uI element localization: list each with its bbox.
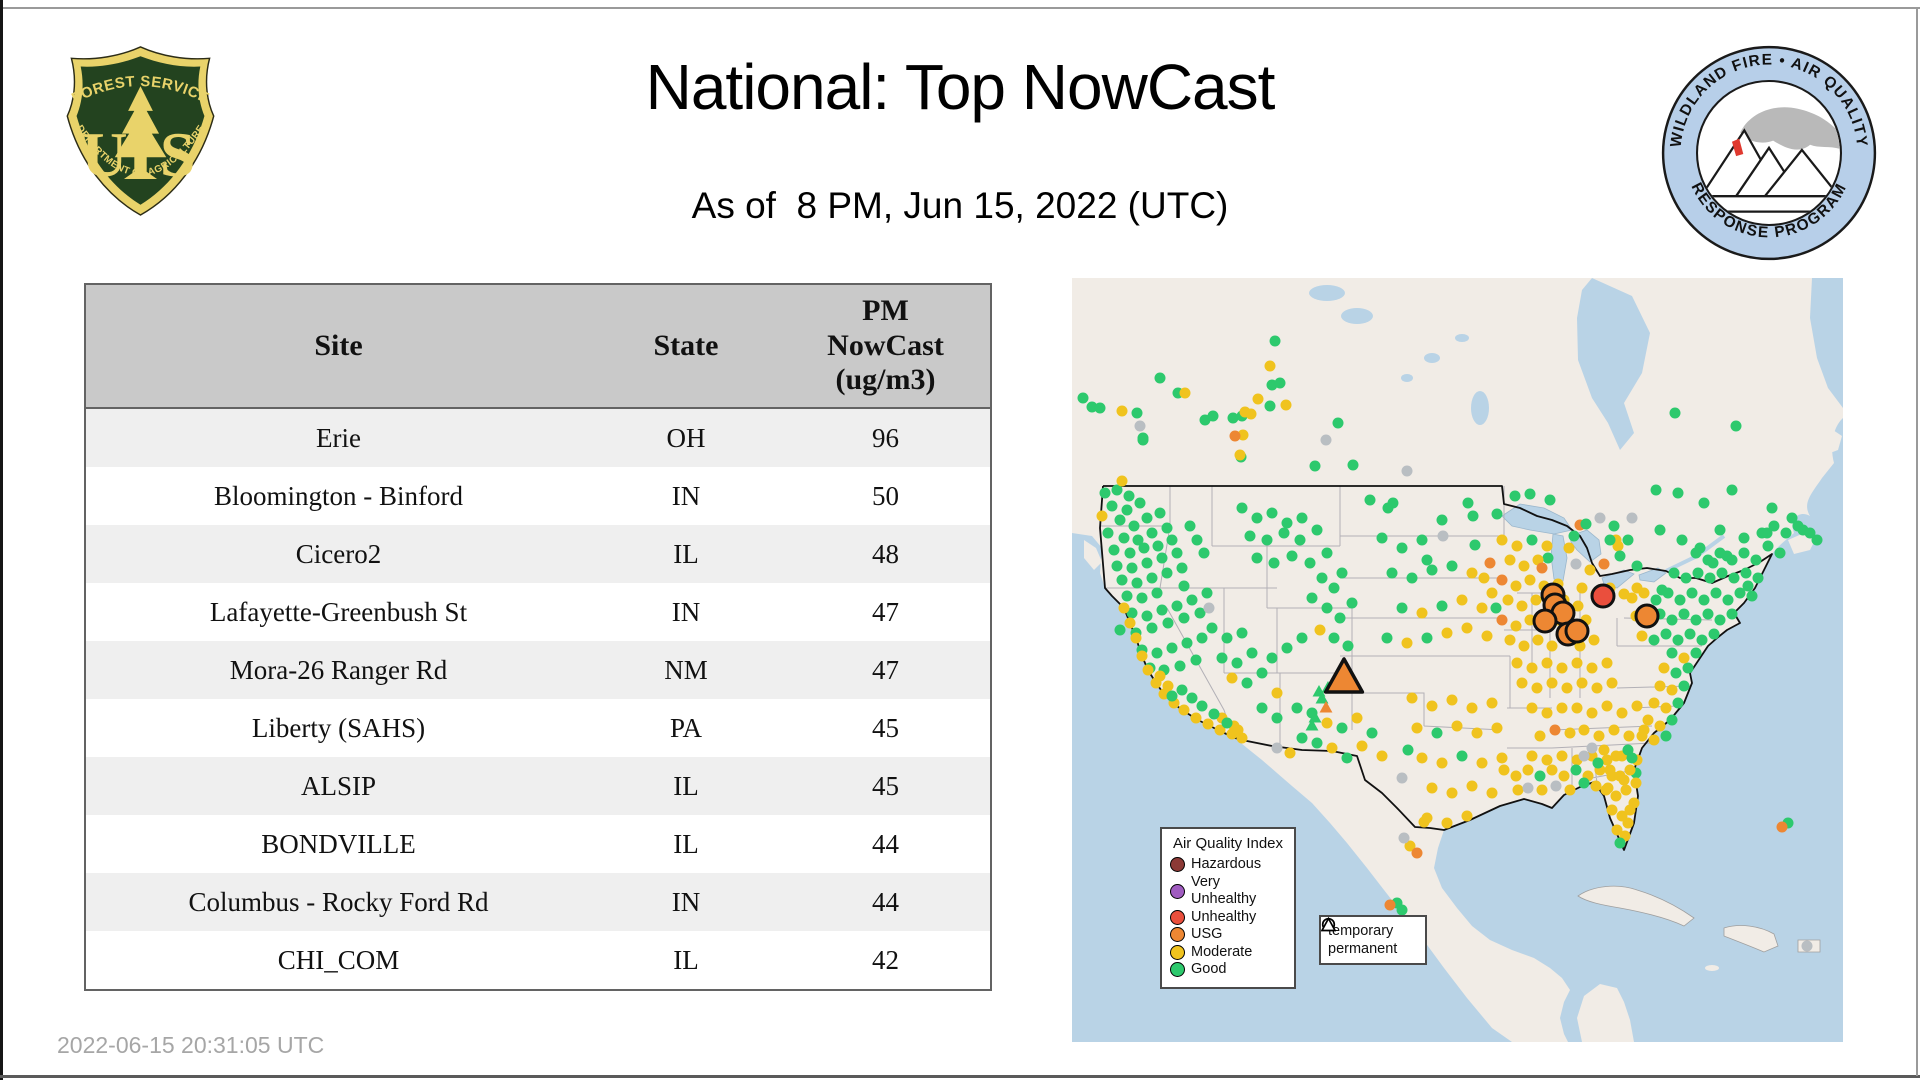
lake-ca-3 xyxy=(1401,374,1413,382)
table-cell-site: BONDVILLE xyxy=(261,828,416,859)
aqi-legend-label: Moderate xyxy=(1191,943,1253,960)
table-cell-value: 44 xyxy=(872,828,899,859)
table-cell-site: Bloomington - Binford xyxy=(214,480,463,511)
island-jamaica xyxy=(1705,965,1719,971)
table-row: ALSIP IL 45 xyxy=(85,757,991,815)
aqi-legend-item: Very Unhealthy xyxy=(1170,874,1286,909)
table-cell-state: IN xyxy=(671,596,701,627)
table-cell-state: IL xyxy=(673,538,699,569)
table-cell-state: IN xyxy=(671,886,701,917)
table-cell-value: 50 xyxy=(872,480,899,511)
aqi-legend: Air Quality Index Hazardous Very Unhealth… xyxy=(1160,827,1296,989)
table-cell-state: IL xyxy=(673,944,699,975)
aqi-legend-items: Hazardous Very Unhealthy Unhealthy USG Moder… xyxy=(1170,856,1286,979)
aqi-legend-label: Unhealthy xyxy=(1191,908,1257,925)
lake-ca-1 xyxy=(1424,353,1440,363)
table-cell-value: 42 xyxy=(872,944,899,975)
table-cell-state: NM xyxy=(664,654,708,685)
table-cell-state: IL xyxy=(673,770,699,801)
table-cell-value: 44 xyxy=(872,886,899,917)
nowcast-table-container: Site State PM NowCast (ug/m3) Erie OH 96 Bl… xyxy=(84,283,992,991)
fs-logo-s: S xyxy=(160,119,196,190)
aqi-map: Air Quality Index Hazardous Very Unhealth… xyxy=(1072,278,1843,1042)
aqi-legend-title: Air Quality Index xyxy=(1172,835,1284,852)
aqi-color-dot xyxy=(1170,857,1185,873)
table-cell-site: Cicero2 xyxy=(295,538,382,569)
table-row: Liberty (SAHS) PA 45 xyxy=(85,699,991,757)
table-cell-value: 45 xyxy=(872,712,899,743)
lake-great-slave xyxy=(1341,308,1373,324)
aqi-legend-item: Hazardous xyxy=(1170,856,1286,874)
page-subtitle: As of 8 PM, Jun 15, 2022 (UTC) xyxy=(691,185,1229,226)
table-row: Columbus - Rocky Ford Rd IN 44 xyxy=(85,873,991,931)
aqi-color-dot xyxy=(1170,962,1185,978)
permanent-triangle-icon xyxy=(1321,917,1336,932)
page-title: National: Top NowCast xyxy=(645,51,1276,123)
table-cell-site: ALSIP xyxy=(300,770,376,801)
table-row: CHI_COM IL 42 xyxy=(85,931,991,990)
aqi-legend-item: Unhealthy xyxy=(1170,909,1286,927)
window-frame-top xyxy=(3,7,1920,9)
permanent-label: permanent xyxy=(1328,941,1398,957)
aqi-legend-item: USG xyxy=(1170,926,1286,944)
aqi-legend-label: Good xyxy=(1191,961,1227,977)
table-cell-site: CHI_COM xyxy=(277,944,400,975)
legend-row-permanent: permanent xyxy=(1321,917,1418,958)
table-cell-state: IL xyxy=(673,828,699,859)
table-cell-value: 45 xyxy=(872,770,899,801)
table-cell-state: PA xyxy=(669,712,703,743)
table-row: Lafayette-Greenbush St IN 47 xyxy=(85,583,991,641)
aqi-legend-item: Moderate xyxy=(1170,944,1286,962)
aqi-legend-item: Good xyxy=(1170,961,1286,979)
table-cell-value: 47 xyxy=(872,654,899,685)
aqi-legend-label: USG xyxy=(1191,926,1223,942)
temporary-label: temporary xyxy=(1328,923,1394,939)
table-cell-site: Liberty (SAHS) xyxy=(251,712,426,743)
lake-great-bear xyxy=(1309,285,1345,301)
col-header-site: Site xyxy=(85,284,591,409)
generation-timestamp: 2022-06-15 20:31:05 UTC xyxy=(57,1032,325,1058)
table-cell-value: 47 xyxy=(872,596,899,627)
col-header-pm-nowcast: PM NowCast (ug/m3) xyxy=(781,284,991,409)
marker-type-legend: temporary permanent xyxy=(1319,915,1427,965)
table-cell-site: Erie xyxy=(316,422,361,453)
table-cell-site: Mora-26 Ranger Rd xyxy=(229,654,448,685)
table-cell-value: 48 xyxy=(872,538,899,569)
table-cell-state: OH xyxy=(666,422,706,453)
aqi-color-dot xyxy=(1170,883,1185,899)
window-frame-left xyxy=(0,0,3,1080)
window-frame-bottom xyxy=(0,1075,1920,1078)
nowcast-table: Site State PM NowCast (ug/m3) Erie OH 96 Bl… xyxy=(84,283,992,991)
table-body: Erie OH 96 Bloomington - Binford IN 50 Cicero2… xyxy=(85,408,991,990)
aqi-color-dot xyxy=(1170,927,1185,943)
table-row: Mora-26 Ranger Rd NM 47 xyxy=(85,641,991,699)
aqi-color-dot xyxy=(1170,909,1185,925)
table-cell-site: Lafayette-Greenbush St xyxy=(209,596,468,627)
lake-winnipeg xyxy=(1471,391,1489,425)
legend-row-temporary: temporary xyxy=(1321,917,1418,940)
wfaqrp-logo: WILDLAND FIRE • AIR QUALITY RESPONSE PRO… xyxy=(1661,45,1877,261)
table-row: Erie OH 96 xyxy=(85,408,991,467)
table-cell-value: 96 xyxy=(872,422,899,453)
window-frame-right xyxy=(1916,8,1918,1076)
aqi-legend-label: Very Unhealthy xyxy=(1191,873,1257,908)
table-row: Cicero2 IL 48 xyxy=(85,525,991,583)
table-row: BONDVILLE IL 44 xyxy=(85,815,991,873)
lake-ca-2 xyxy=(1455,334,1469,342)
aqi-color-dot xyxy=(1170,944,1185,960)
table-header-row: Site State PM NowCast (ug/m3) xyxy=(85,284,991,409)
table-cell-site: Columbus - Rocky Ford Rd xyxy=(188,886,489,917)
aqi-legend-label: Hazardous xyxy=(1191,856,1262,872)
col-header-state: State xyxy=(591,284,781,409)
table-row: Bloomington - Binford IN 50 xyxy=(85,467,991,525)
table-cell-state: IN xyxy=(671,480,701,511)
